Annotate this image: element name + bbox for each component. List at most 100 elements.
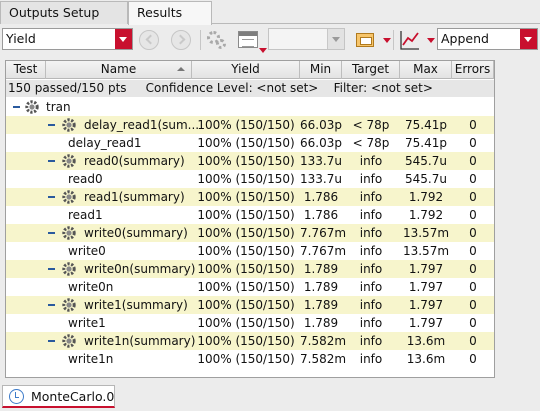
summary-row[interactable]: write0(summary) 100% (150/150) 7.767m info 1… bbox=[6, 224, 494, 242]
chevron-down-icon[interactable] bbox=[115, 29, 132, 49]
table-row[interactable]: write0n 100% (150/150) 1.789 info 1.797 0 bbox=[6, 278, 494, 296]
column-header-test[interactable]: Test bbox=[6, 61, 46, 79]
cell-target: info bbox=[359, 226, 383, 240]
cell-min: 7.767m bbox=[300, 244, 347, 258]
tab-results[interactable]: Results bbox=[128, 1, 212, 25]
row-name: read0(summary) bbox=[84, 154, 185, 168]
cell-target: info bbox=[359, 280, 383, 294]
cell-yield: 100% (150/150) bbox=[197, 226, 295, 240]
row-name: read0 bbox=[68, 172, 103, 186]
cell-yield: 100% (150/150) bbox=[197, 298, 295, 312]
cell-errors: 0 bbox=[469, 172, 477, 186]
collapse-minus-icon[interactable] bbox=[48, 196, 55, 198]
document-image-icon[interactable] bbox=[355, 29, 377, 51]
row-name: delay_read1 bbox=[68, 136, 142, 150]
history-tab-montecarlo[interactable]: MonteCarlo.0 bbox=[2, 385, 115, 408]
row-name: write1(summary) bbox=[84, 298, 188, 312]
cell-target: info bbox=[359, 298, 383, 312]
cell-yield: 100% (150/150) bbox=[197, 154, 295, 168]
table-row[interactable]: delay_read1 100% (150/150) 66.03p < 78p 75.4… bbox=[6, 134, 494, 152]
cell-errors: 0 bbox=[469, 136, 477, 150]
row-name: write0(summary) bbox=[84, 226, 188, 240]
cell-max: 1.797 bbox=[408, 316, 444, 330]
toolbar-separator bbox=[393, 30, 394, 50]
cell-min: 66.03p bbox=[300, 118, 342, 132]
row-name: write1n(summary) bbox=[84, 334, 196, 348]
row-name: read1 bbox=[68, 208, 103, 222]
cell-errors: 0 bbox=[469, 190, 477, 204]
history-tab-label: MonteCarlo.0 bbox=[31, 389, 115, 404]
cell-target: info bbox=[359, 172, 383, 186]
summary-row[interactable]: read0(summary) 100% (150/150) 133.7u info 54… bbox=[6, 152, 494, 170]
cell-yield: 100% (150/150) bbox=[197, 262, 295, 276]
cell-target: info bbox=[359, 316, 383, 330]
table-row[interactable]: write1n 100% (150/150) 7.582m info 13.6m 0 bbox=[6, 350, 494, 368]
view-select[interactable]: Yield bbox=[2, 28, 133, 50]
cell-target: info bbox=[359, 334, 383, 348]
tab-outputs-setup[interactable]: Outputs Setup bbox=[0, 1, 128, 24]
caret-down-icon[interactable] bbox=[427, 38, 435, 43]
gear-icon bbox=[24, 99, 40, 115]
table-row[interactable]: write0 100% (150/150) 7.767m info 13.57m 0 bbox=[6, 242, 494, 260]
column-header-min[interactable]: Min bbox=[300, 61, 342, 79]
cell-min: 1.789 bbox=[303, 280, 339, 294]
cell-errors: 0 bbox=[469, 280, 477, 294]
summary-row[interactable]: write1(summary) 100% (150/150) 1.789 info 1.… bbox=[6, 296, 494, 314]
collapse-minus-icon[interactable] bbox=[13, 106, 20, 108]
forward-arrow-icon[interactable] bbox=[171, 30, 191, 50]
append-select[interactable]: Append bbox=[437, 28, 538, 50]
collapse-minus-icon[interactable] bbox=[48, 232, 55, 234]
gear-icon bbox=[61, 297, 77, 313]
collapse-minus-icon[interactable] bbox=[48, 340, 55, 342]
chevron-down-icon[interactable] bbox=[327, 29, 344, 49]
test-name: tran bbox=[46, 100, 71, 114]
table-row[interactable]: write1 100% (150/150) 1.789 info 1.797 0 bbox=[6, 314, 494, 332]
cell-min: 1.786 bbox=[303, 208, 339, 222]
caret-down-icon[interactable] bbox=[383, 38, 391, 43]
chevron-down-icon[interactable] bbox=[520, 29, 537, 49]
cell-max: 545.7u bbox=[405, 154, 447, 168]
row-name: write1 bbox=[68, 316, 106, 330]
gear-icon bbox=[61, 333, 77, 349]
cell-target: info bbox=[359, 352, 383, 366]
gear-icon bbox=[61, 225, 77, 241]
column-header-name-label: Name bbox=[100, 62, 137, 76]
cell-errors: 0 bbox=[469, 262, 477, 276]
cell-target: info bbox=[359, 190, 383, 204]
collapse-minus-icon[interactable] bbox=[48, 124, 55, 126]
collapse-minus-icon[interactable] bbox=[48, 304, 55, 306]
bottom-tab-bar: MonteCarlo.0 bbox=[0, 383, 540, 411]
table-row[interactable]: read1 100% (150/150) 1.786 info 1.792 0 bbox=[6, 206, 494, 224]
cell-target: info bbox=[359, 208, 383, 222]
cell-errors: 0 bbox=[469, 352, 477, 366]
cell-max: 1.797 bbox=[408, 262, 444, 276]
gears-icon[interactable] bbox=[207, 29, 229, 51]
cell-yield: 100% (150/150) bbox=[197, 316, 295, 330]
table-row[interactable]: read0 100% (150/150) 133.7u info 545.7u 0 bbox=[6, 170, 494, 188]
sort-ascending-icon bbox=[177, 67, 185, 71]
cell-target: < 78p bbox=[352, 136, 390, 150]
toolbar-separator bbox=[200, 30, 201, 50]
cell-max: 1.797 bbox=[408, 298, 444, 312]
results-summary: 150 passed/150 pts Confidence Level: <no… bbox=[6, 80, 494, 97]
column-header-name[interactable]: Name bbox=[46, 61, 192, 79]
column-header-max[interactable]: Max bbox=[400, 61, 452, 79]
collapse-minus-icon[interactable] bbox=[48, 160, 55, 162]
column-header-target[interactable]: Target bbox=[342, 61, 400, 79]
blank-select[interactable] bbox=[268, 28, 345, 50]
summary-row[interactable]: write0n(summary) 100% (150/150) 1.789 info 1… bbox=[6, 260, 494, 278]
cell-min: 66.03p bbox=[300, 136, 342, 150]
back-arrow-icon[interactable] bbox=[139, 30, 159, 50]
summary-row[interactable]: read1(summary) 100% (150/150) 1.786 info 1.7… bbox=[6, 188, 494, 206]
line-chart-icon[interactable] bbox=[399, 29, 421, 51]
summary-row[interactable]: write1n(summary) 100% (150/150) 7.582m info… bbox=[6, 332, 494, 350]
tree-root-row[interactable]: tran bbox=[6, 98, 494, 116]
column-header-errors[interactable]: Errors bbox=[452, 61, 494, 79]
column-header-yield[interactable]: Yield bbox=[192, 61, 300, 79]
cell-min: 1.786 bbox=[303, 190, 339, 204]
cell-yield: 100% (150/150) bbox=[197, 280, 295, 294]
table-view-icon[interactable] bbox=[237, 29, 267, 53]
summary-row[interactable]: delay_read1(sum... 100% (150/150) 66.03p < … bbox=[6, 116, 494, 134]
cell-yield: 100% (150/150) bbox=[197, 334, 295, 348]
collapse-minus-icon[interactable] bbox=[48, 268, 55, 270]
